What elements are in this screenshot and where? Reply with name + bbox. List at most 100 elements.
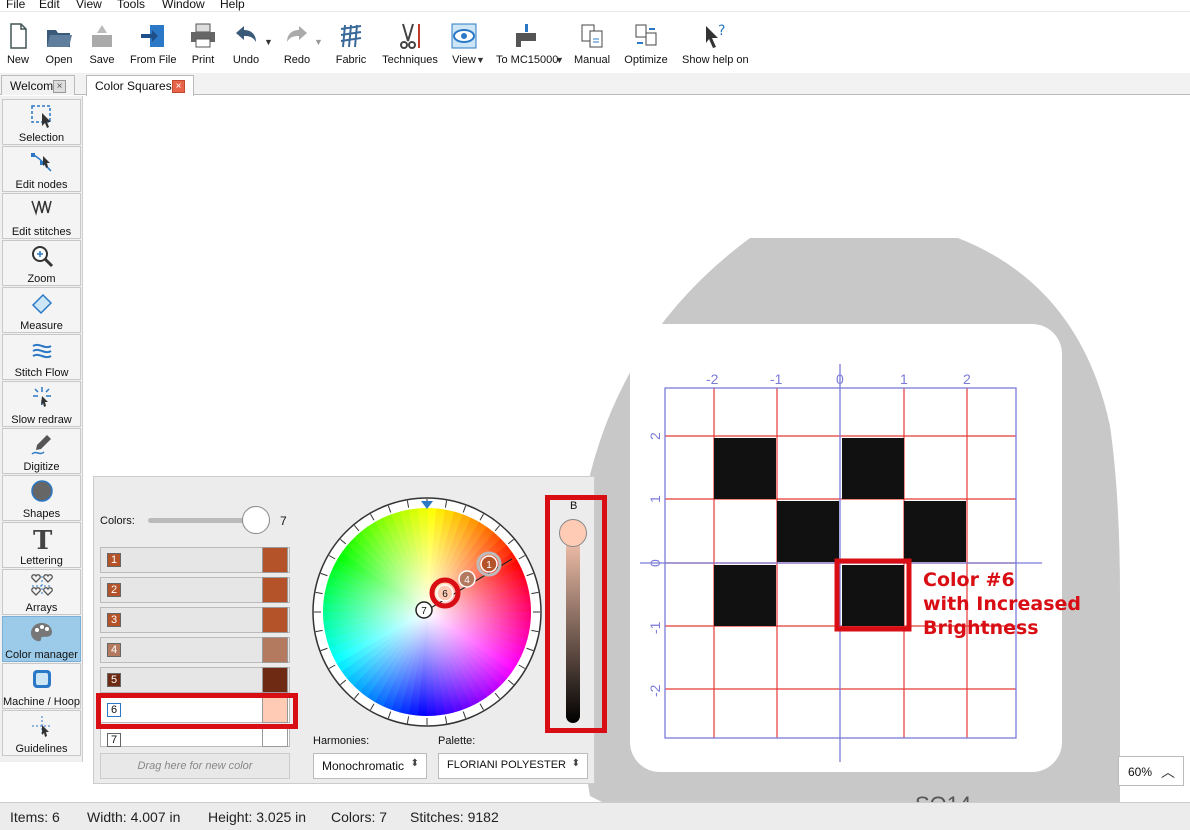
chevron-up-icon[interactable]: ︿	[1161, 762, 1175, 782]
wheel-marker-label: 6	[442, 589, 448, 600]
to-machine-button[interactable]: To MC15000	[496, 17, 558, 73]
view-dropdown-icon[interactable]: ▼	[476, 55, 485, 65]
tool-digitize-label: Digitize	[23, 461, 60, 473]
new-button[interactable]: New	[3, 17, 33, 73]
square-1[interactable]	[714, 438, 776, 499]
close-icon[interactable]: ×	[53, 80, 66, 93]
color-swatch[interactable]	[262, 667, 288, 693]
open-button[interactable]: Open	[43, 17, 75, 73]
help-cursor-icon: ?	[706, 23, 725, 48]
document-tabs: Welcome × Color Squares ×	[0, 73, 1190, 96]
status-height: Height: 3.025 in	[208, 809, 307, 825]
color-wheel[interactable]: 1 4 6 7	[312, 497, 542, 727]
tool-lettering[interactable]: T Lettering	[2, 522, 81, 568]
color-swatch[interactable]	[262, 637, 288, 663]
undo-arrow-icon	[236, 26, 256, 42]
tab-color-squares[interactable]: Color Squares ×	[86, 75, 194, 96]
manual-button[interactable]: Manual	[574, 17, 610, 73]
brightness-slider-handle[interactable]	[559, 519, 587, 547]
menu-view[interactable]: View	[76, 0, 102, 11]
tool-measure[interactable]: Measure	[2, 287, 81, 333]
print-button[interactable]: Print	[188, 17, 218, 73]
tool-zoom[interactable]: Zoom	[2, 240, 81, 286]
square-3[interactable]	[777, 501, 839, 562]
fabric-button[interactable]: Fabric	[334, 17, 368, 73]
save-button[interactable]: Save	[86, 17, 118, 73]
color-swatch[interactable]	[262, 727, 288, 747]
machine-dropdown-icon[interactable]: ▼	[555, 55, 564, 65]
menu-edit[interactable]: Edit	[39, 0, 60, 11]
tool-slow-redraw[interactable]: Slow redraw	[2, 381, 81, 427]
menu-help[interactable]: Help	[220, 0, 245, 11]
menu-tools[interactable]: Tools	[117, 0, 145, 11]
tool-edit-stitches[interactable]: Edit stitches	[2, 193, 81, 239]
redo-arrow-icon	[287, 26, 307, 42]
shapes-circle-icon	[30, 480, 53, 502]
new-file-icon	[10, 23, 27, 49]
wheel-marker-label: 4	[464, 575, 470, 586]
hoop-label: SQ14	[915, 792, 971, 802]
tool-guidelines[interactable]: Guidelines	[2, 710, 81, 756]
wheel-marker-label: 1	[486, 560, 492, 571]
tool-color-manager-label: Color manager	[5, 649, 78, 661]
eye-icon	[451, 23, 477, 49]
brightness-slider-track[interactable]	[566, 529, 580, 723]
new-color-drop-zone[interactable]: Drag here for new color	[100, 753, 290, 779]
lettering-icon: T	[33, 526, 53, 552]
design-canvas[interactable]: -2 -1 0 1 2 2 1 0 -1 -2 Color #6 with In…	[560, 96, 1190, 802]
status-colors: Colors: 7	[331, 809, 388, 825]
show-help-button[interactable]: ? Show help on	[682, 17, 749, 73]
svg-text:T: T	[33, 526, 53, 552]
tool-sidebar: Selection Edit nodes Edit stitches Zoom …	[0, 96, 83, 762]
undo-button[interactable]: Undo	[228, 17, 264, 73]
techniques-button[interactable]: Techniques	[382, 17, 438, 73]
tool-machine-hoop[interactable]: Machine / Hoop	[2, 663, 81, 709]
view-button[interactable]: View	[450, 17, 478, 73]
tool-machine-hoop-label: Machine / Hoop	[3, 696, 81, 708]
color-swatch[interactable]	[262, 607, 288, 633]
hoop-icon	[32, 670, 51, 688]
square-2[interactable]	[842, 438, 904, 499]
palette-select[interactable]: FLORIANI POLYESTER ⬍	[438, 753, 588, 779]
redo-button[interactable]: Redo	[281, 17, 313, 73]
square-5[interactable]	[714, 565, 776, 626]
menu-file[interactable]: File	[6, 0, 25, 11]
optimize-button[interactable]: Optimize	[624, 17, 668, 73]
color-swatch[interactable]	[262, 577, 288, 603]
x-axis-label: -2	[706, 371, 719, 387]
square-4[interactable]	[904, 501, 966, 562]
tool-shapes[interactable]: Shapes	[2, 475, 81, 521]
tool-digitize[interactable]: Digitize	[2, 428, 81, 474]
menu-window[interactable]: Window	[162, 0, 205, 11]
undo-dropdown-icon[interactable]: ▼	[264, 37, 273, 47]
main-toolbar: New Open Save From File Print Undo ▼ Red…	[0, 13, 1190, 73]
view-label: View	[452, 54, 476, 66]
color-swatch[interactable]	[262, 547, 288, 573]
sewing-machine-icon	[516, 24, 536, 47]
color-number: 5	[107, 673, 121, 687]
status-width: Width: 4.007 in	[87, 809, 181, 825]
optimize-icon	[635, 24, 657, 46]
status-items: Items: 6	[10, 809, 60, 825]
square-6[interactable]	[842, 565, 904, 626]
tool-color-manager[interactable]: Color manager	[2, 616, 81, 662]
tool-arrays[interactable]: Arrays	[2, 569, 81, 615]
tool-edit-nodes-label: Edit nodes	[15, 179, 68, 191]
zoom-magnifier-icon	[31, 246, 53, 268]
tool-guidelines-label: Guidelines	[15, 743, 68, 755]
tool-stitch-flow[interactable]: Stitch Flow	[2, 334, 81, 380]
x-axis-label: -1	[770, 371, 783, 387]
status-bar: Items: 6 Width: 4.007 in Height: 3.025 i…	[0, 802, 1190, 830]
tool-selection[interactable]: Selection	[2, 99, 81, 145]
colors-slider-handle[interactable]	[242, 506, 270, 534]
tool-edit-nodes[interactable]: Edit nodes	[2, 146, 81, 192]
harmonies-select[interactable]: Monochromatic ⬍	[313, 753, 427, 779]
close-icon[interactable]: ×	[172, 80, 185, 93]
status-stitches: Stitches: 9182	[410, 809, 499, 825]
stitch-flow-icon	[31, 343, 52, 359]
tab-welcome[interactable]: Welcome ×	[1, 75, 75, 95]
redo-dropdown-icon[interactable]: ▼	[314, 37, 323, 47]
from-file-button[interactable]: From File	[130, 17, 176, 73]
zoom-control[interactable]: 60% ︿	[1118, 756, 1184, 786]
from-file-label: From File	[130, 54, 177, 66]
